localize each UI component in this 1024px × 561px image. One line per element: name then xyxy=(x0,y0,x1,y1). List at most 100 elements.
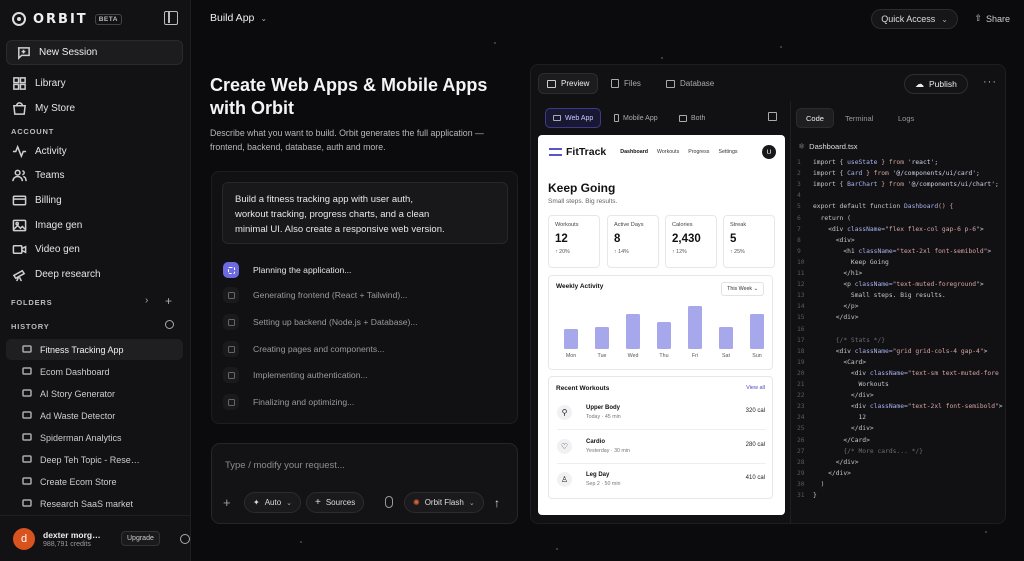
model-selector[interactable]: ✺ Orbit Flash ⌄ xyxy=(404,492,484,513)
info-icon[interactable] xyxy=(179,533,190,544)
tab-logs[interactable]: Logs xyxy=(889,108,923,128)
quick-access-button[interactable]: Quick Access ⌄ xyxy=(871,9,958,29)
history-item[interactable]: Research SaaS market xyxy=(6,493,183,514)
stat-card: Streak 5 ↑ 25% xyxy=(723,215,775,268)
nav-teams[interactable]: Teams xyxy=(6,164,183,186)
history-item-label: AI Story Generator xyxy=(40,388,116,399)
stat-label: Streak xyxy=(730,222,747,228)
code-editor[interactable]: 1 import { useState } from 'react'; 2 impor… xyxy=(797,157,1003,507)
desc-line: Describe what you want to build. Orbit g… xyxy=(210,128,484,138)
chevron-right-icon[interactable]: › xyxy=(145,295,148,306)
step-label: Implementing authentication... xyxy=(253,370,368,380)
stat-value: 5 xyxy=(730,233,737,245)
heart-icon: ♡ xyxy=(557,439,572,454)
plus-icon: + xyxy=(315,497,321,508)
send-icon[interactable]: ↑ xyxy=(494,496,500,510)
sidebar-toggle-icon[interactable] xyxy=(164,11,178,25)
flash-icon: ✺ xyxy=(413,498,420,507)
tab-label: Preview xyxy=(561,79,590,88)
tab-code[interactable]: Code xyxy=(796,108,834,128)
tab-files[interactable]: Files xyxy=(603,73,649,94)
history-item[interactable]: Fitness Tracking App xyxy=(6,339,183,360)
user-credits: 988,791 credits xyxy=(43,540,91,548)
history-item-label: Spiderman Analytics xyxy=(40,432,122,443)
code-filename: Dashboard.tsx xyxy=(809,142,858,151)
project-selector[interactable]: Build App ⌄ xyxy=(210,12,267,24)
nav-activity[interactable]: Activity xyxy=(6,140,183,162)
user-account[interactable]: d dexter morg… 988,791 credits Upgrade xyxy=(0,515,190,561)
workout-row[interactable]: ♡ Cardio Yesterday · 30 min 280 cal xyxy=(549,433,774,460)
new-session-button[interactable]: New Session xyxy=(6,40,183,65)
sources-label: Sources xyxy=(325,498,356,507)
share-button[interactable]: ⇧ Share xyxy=(974,13,1010,24)
history-item[interactable]: AI Story Generator xyxy=(6,383,183,404)
history-item-label: Ecom Dashboard xyxy=(40,366,110,377)
code-line: 29 </div> xyxy=(797,469,851,477)
bar-label: Fri xyxy=(691,353,699,359)
stat-delta: ↑ 20% xyxy=(555,249,570,255)
tab-label: Files xyxy=(624,79,641,88)
image-icon xyxy=(12,218,27,233)
nav-library[interactable]: Library xyxy=(6,72,183,94)
history-item[interactable]: Deep Teh Topic - Rese… xyxy=(6,449,183,470)
preview-nav-link[interactable]: Dashboard xyxy=(620,149,648,155)
prompt-line: workout tracking, progress charts, and a… xyxy=(235,209,430,220)
preview-nav-link[interactable]: Progress xyxy=(688,149,709,155)
history-item[interactable]: Ad Waste Detector xyxy=(6,405,183,426)
preview-avatar[interactable]: U xyxy=(762,145,776,159)
chat-icon xyxy=(22,410,32,419)
nav-video-gen[interactable]: Video gen xyxy=(6,238,183,260)
tab-terminal[interactable]: Terminal xyxy=(836,108,882,128)
microphone-icon[interactable] xyxy=(385,496,393,508)
workout-meta: Yesterday · 30 min xyxy=(586,448,630,454)
preview-nav-link[interactable]: Workouts xyxy=(657,149,679,155)
workout-row[interactable]: ♙ Leg Day Sep 2 · 50 min 410 cal xyxy=(549,466,774,493)
code-line: 25 </div> xyxy=(797,425,874,433)
code-line: 17 {/* Stats */} xyxy=(797,336,886,344)
tab-database[interactable]: Database xyxy=(658,73,722,94)
code-line: 8 <div> xyxy=(797,236,855,244)
sparkle-icon: ✦ xyxy=(253,498,260,507)
code-line: 30 ) xyxy=(797,480,825,488)
nav-my-store[interactable]: My Store xyxy=(6,97,183,119)
workout-cal: 410 cal xyxy=(745,475,765,481)
more-options-icon[interactable]: ··· xyxy=(983,76,997,88)
tab-preview[interactable]: Preview xyxy=(538,73,599,94)
step-label: Creating pages and components... xyxy=(253,344,385,354)
nav-billing[interactable]: Billing xyxy=(6,189,183,211)
nav-image-gen[interactable]: Image gen xyxy=(6,214,183,236)
star-dot xyxy=(780,46,782,48)
workout-row[interactable]: ⚲ Upper Body Today · 45 min 320 cal xyxy=(549,399,774,426)
request-input-placeholder[interactable]: Type / modify your request... xyxy=(225,460,345,471)
attach-icon[interactable]: + xyxy=(223,495,231,510)
search-history-icon[interactable] xyxy=(165,320,174,329)
new-session-label: New Session xyxy=(39,47,98,58)
view-web-app[interactable]: Web App xyxy=(545,108,602,128)
tab-label: Database xyxy=(680,79,715,88)
range-label: This Week xyxy=(727,286,753,292)
dumbbell-icon: ⚲ xyxy=(557,405,572,420)
range-select[interactable]: This Week ⌄ xyxy=(721,282,764,296)
folders-section-label: FOLDERS xyxy=(11,298,53,307)
sources-button[interactable]: + Sources xyxy=(306,492,365,513)
history-item[interactable]: Ecom Dashboard xyxy=(6,361,183,382)
step-label: Finalizing and optimizing... xyxy=(253,397,355,407)
user-prompt: Build a fitness tracking app with user a… xyxy=(222,182,508,244)
open-external-icon[interactable] xyxy=(768,112,777,121)
history-item[interactable]: Create Ecom Store xyxy=(6,471,183,492)
preview-nav-link[interactable]: Settings xyxy=(718,149,737,155)
upgrade-button[interactable]: Upgrade xyxy=(121,531,160,546)
nav-deep-research[interactable]: Deep research xyxy=(6,263,183,285)
auto-mode-button[interactable]: ✦ Auto ⌄ xyxy=(244,492,302,513)
code-line: 5 export default function Dashboard() { xyxy=(797,203,954,211)
view-both[interactable]: Both xyxy=(672,108,712,128)
history-item[interactable]: Spiderman Analytics xyxy=(6,427,183,448)
view-mobile-app[interactable]: Mobile App xyxy=(607,108,665,128)
add-folder-icon[interactable]: + xyxy=(165,294,172,308)
code-line: 7 <div className="flex flex-col gap-6 p-… xyxy=(797,225,984,233)
prompt-line: minimal UI. Also create a responsive web… xyxy=(235,224,445,235)
bar-fri xyxy=(688,306,702,349)
view-all-link[interactable]: View all xyxy=(746,385,765,391)
publish-button[interactable]: ☁ Publish xyxy=(904,74,968,94)
stat-label: Calories xyxy=(672,222,693,228)
